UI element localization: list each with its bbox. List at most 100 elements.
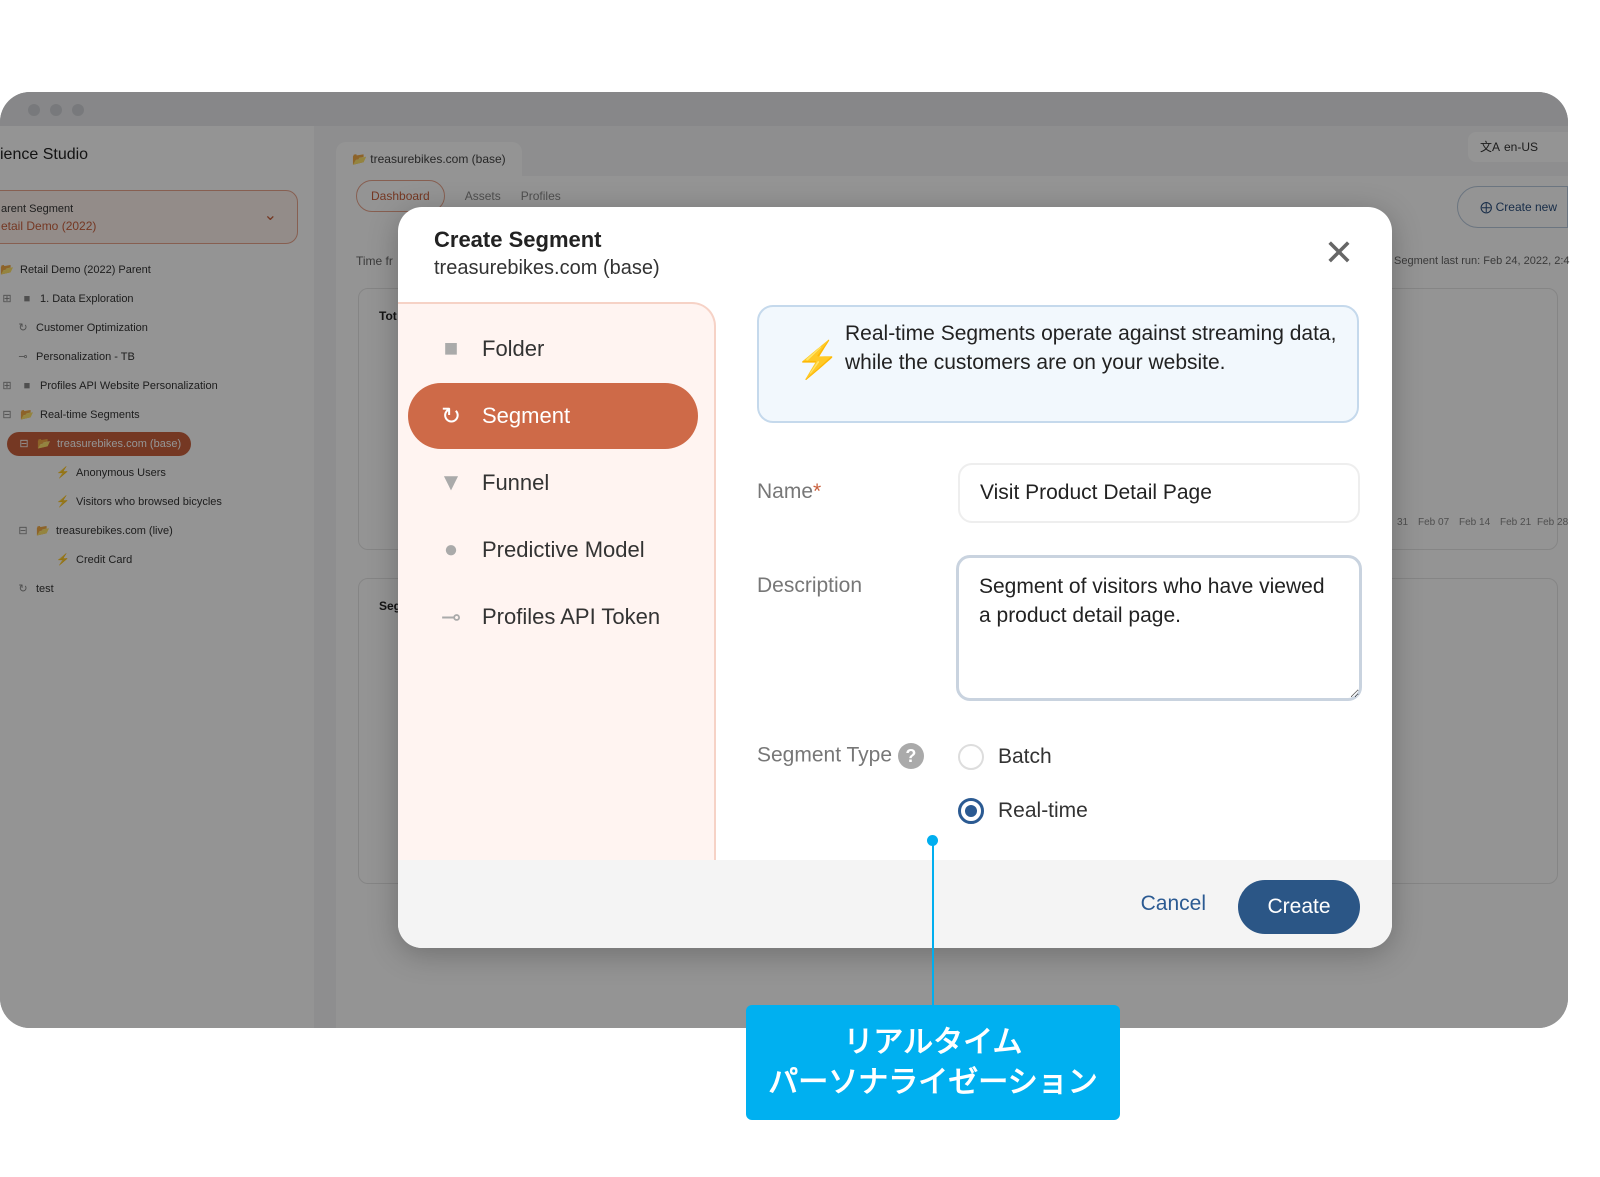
app-brand: ience Studio (0, 146, 89, 163)
segment-type-list: ■ Folder ↻ Segment ▼ Funnel ● Predictive Mod… (398, 302, 716, 862)
segment-type-label: Segment Type ? (757, 743, 924, 769)
folder-icon: ■ (23, 380, 31, 392)
collapse-icon: ⊟ (19, 438, 29, 450)
language-label: en-US (1504, 140, 1539, 154)
segment-icon: ↻ (18, 322, 28, 334)
language-selector[interactable]: 文A en-US (1468, 132, 1568, 162)
create-button[interactable]: Create (1238, 880, 1360, 934)
title-bar (0, 92, 1568, 126)
description-textarea[interactable]: Segment of visitors who have viewed a pr… (956, 555, 1362, 701)
dialog-title: Create Segment (434, 227, 602, 252)
type-label: Folder (482, 336, 545, 361)
parent-segment-value: etail Demo (2022) (1, 219, 97, 233)
close-icon[interactable]: ✕ (1324, 235, 1354, 271)
window-dot[interactable] (28, 104, 40, 116)
tab-assets[interactable]: Assets (465, 189, 501, 203)
radio-label: Batch (998, 745, 1052, 768)
parent-segment-label: arent Segment (1, 203, 74, 215)
tree-item-label: treasurebikes.com (live) (56, 525, 173, 537)
chevron-down-icon: ⌄ (263, 207, 277, 224)
funnel-icon: ▼ (439, 469, 463, 496)
tree-item-label: test (36, 583, 54, 595)
tree-item[interactable]: ⊟ 📂 Real-time Segments (0, 403, 139, 427)
tree-item[interactable]: 📂 Retail Demo (2022) Parent (0, 258, 151, 282)
create-new-button[interactable]: ⨁ Create new (1457, 186, 1568, 228)
bolt-icon: ⚡ (56, 554, 70, 566)
radio-circle-selected[interactable] (958, 798, 984, 824)
required-mark: * (813, 480, 822, 503)
callout-line1: リアルタイム (843, 1025, 1023, 1060)
tree-item[interactable]: ⚡ Visitors who browsed bicycles (56, 490, 222, 514)
tree-item[interactable]: ↻ Customer Optimization (16, 316, 148, 340)
radio-batch[interactable]: Batch (958, 744, 1052, 770)
radio-real-time[interactable]: Real-time (958, 798, 1088, 824)
tree-item[interactable]: ⚡ Anonymous Users (56, 461, 166, 485)
folder-icon: ■ (23, 293, 31, 305)
card-title: Tot (379, 309, 397, 323)
type-label: Segment (482, 403, 571, 428)
folder-icon: ■ (443, 335, 459, 362)
x-tick-label: Feb 28 (1537, 517, 1568, 528)
tree-item[interactable]: ⊞ ■ 1. Data Exploration (0, 287, 134, 311)
info-text: Real-time Segments operate against strea… (845, 322, 1337, 374)
window-dot[interactable] (72, 104, 84, 116)
time-frame-label: Time fr (356, 254, 393, 268)
type-label: Predictive Model (482, 537, 645, 562)
type-profiles-api-token[interactable]: ⊸ Profiles API Token (408, 584, 698, 650)
expand-icon: ⊞ (2, 293, 12, 305)
translate-icon: 文A (1480, 140, 1501, 154)
sidebar: ience Studio arent Segment etail Demo (2… (0, 126, 314, 1028)
name-label-text: Name (757, 480, 814, 503)
dialog-footer: Cancel Create (398, 860, 1392, 948)
folder-open-icon: 📂 (36, 525, 50, 537)
tree-item-label: Personalization - TB (36, 351, 135, 363)
x-tick-label: Feb 14 (1459, 517, 1491, 528)
collapse-icon: ⊟ (2, 409, 12, 421)
tree-item-label: Customer Optimization (36, 322, 148, 334)
name-input[interactable] (958, 463, 1360, 523)
tree-item-selected[interactable]: ⊟ 📂 treasurebikes.com (base) (7, 432, 192, 456)
tree-item[interactable]: ↻ test (16, 577, 54, 601)
description-label: Description (757, 574, 863, 597)
last-run-label: Segment last run: Feb 24, 2022, 2:4 (1394, 255, 1570, 267)
folder-icon: 📂 (352, 152, 371, 166)
bolt-icon: ⚡ (56, 496, 70, 508)
tree-item[interactable]: ⊞ ■ Profiles API Website Personalization (0, 374, 218, 398)
tab-treasurebikes-base[interactable]: 📂 treasurebikes.com (base) (336, 142, 522, 176)
name-label: Name* (757, 480, 821, 504)
tree-item-label: treasurebikes.com (base) (57, 438, 182, 450)
x-tick-label: Feb 07 (1418, 517, 1450, 528)
tree-item-label: Visitors who browsed bicycles (76, 496, 222, 508)
cancel-button[interactable]: Cancel (1141, 892, 1206, 916)
type-segment[interactable]: ↻ Segment (408, 383, 698, 449)
folder-open-icon: 📂 (0, 264, 14, 276)
predictive-model-icon: ● (443, 536, 459, 563)
x-tick-label: Feb 21 (1500, 517, 1532, 528)
tab-profiles[interactable]: Profiles (521, 189, 561, 203)
type-label: Funnel (482, 470, 550, 495)
collapse-icon: ⊟ (18, 525, 28, 537)
tree-item[interactable]: ⊟ 📂 treasurebikes.com (live) (16, 519, 173, 543)
type-label: Profiles API Token (482, 604, 661, 629)
key-icon: ⊸ (18, 351, 28, 363)
bolt-icon: ⚡ (56, 467, 70, 479)
tree-item-label: 1. Data Exploration (40, 293, 134, 305)
type-folder[interactable]: ■ Folder (408, 316, 698, 382)
type-predictive-model[interactable]: ● Predictive Model (408, 517, 698, 583)
window-dot[interactable] (50, 104, 62, 116)
tree-item[interactable]: ⚡ Credit Card (56, 548, 132, 572)
expand-icon: ⊞ (2, 380, 12, 392)
help-icon[interactable]: ? (897, 743, 924, 769)
create-segment-dialog: Create Segment treasurebikes.com (base) … (398, 207, 1392, 948)
tree-item-label: Credit Card (76, 554, 133, 566)
type-funnel[interactable]: ▼ Funnel (408, 450, 698, 516)
tab-label: treasurebikes.com (base) (370, 152, 506, 166)
callout-box: リアルタイム パーソナライゼーション (746, 1005, 1120, 1120)
tree-item-label: Profiles API Website Personalization (40, 380, 218, 392)
tree-item[interactable]: ⊸ Personalization - TB (16, 345, 135, 369)
radio-circle[interactable] (958, 744, 984, 770)
realtime-info-box: ⚡ Real-time Segments operate against stre… (757, 305, 1359, 423)
tree-item-label: Retail Demo (2022) Parent (20, 264, 151, 276)
parent-segment-select[interactable]: arent Segment etail Demo (2022) ⌄ (0, 190, 298, 244)
key-icon: ⊸ (440, 603, 462, 631)
